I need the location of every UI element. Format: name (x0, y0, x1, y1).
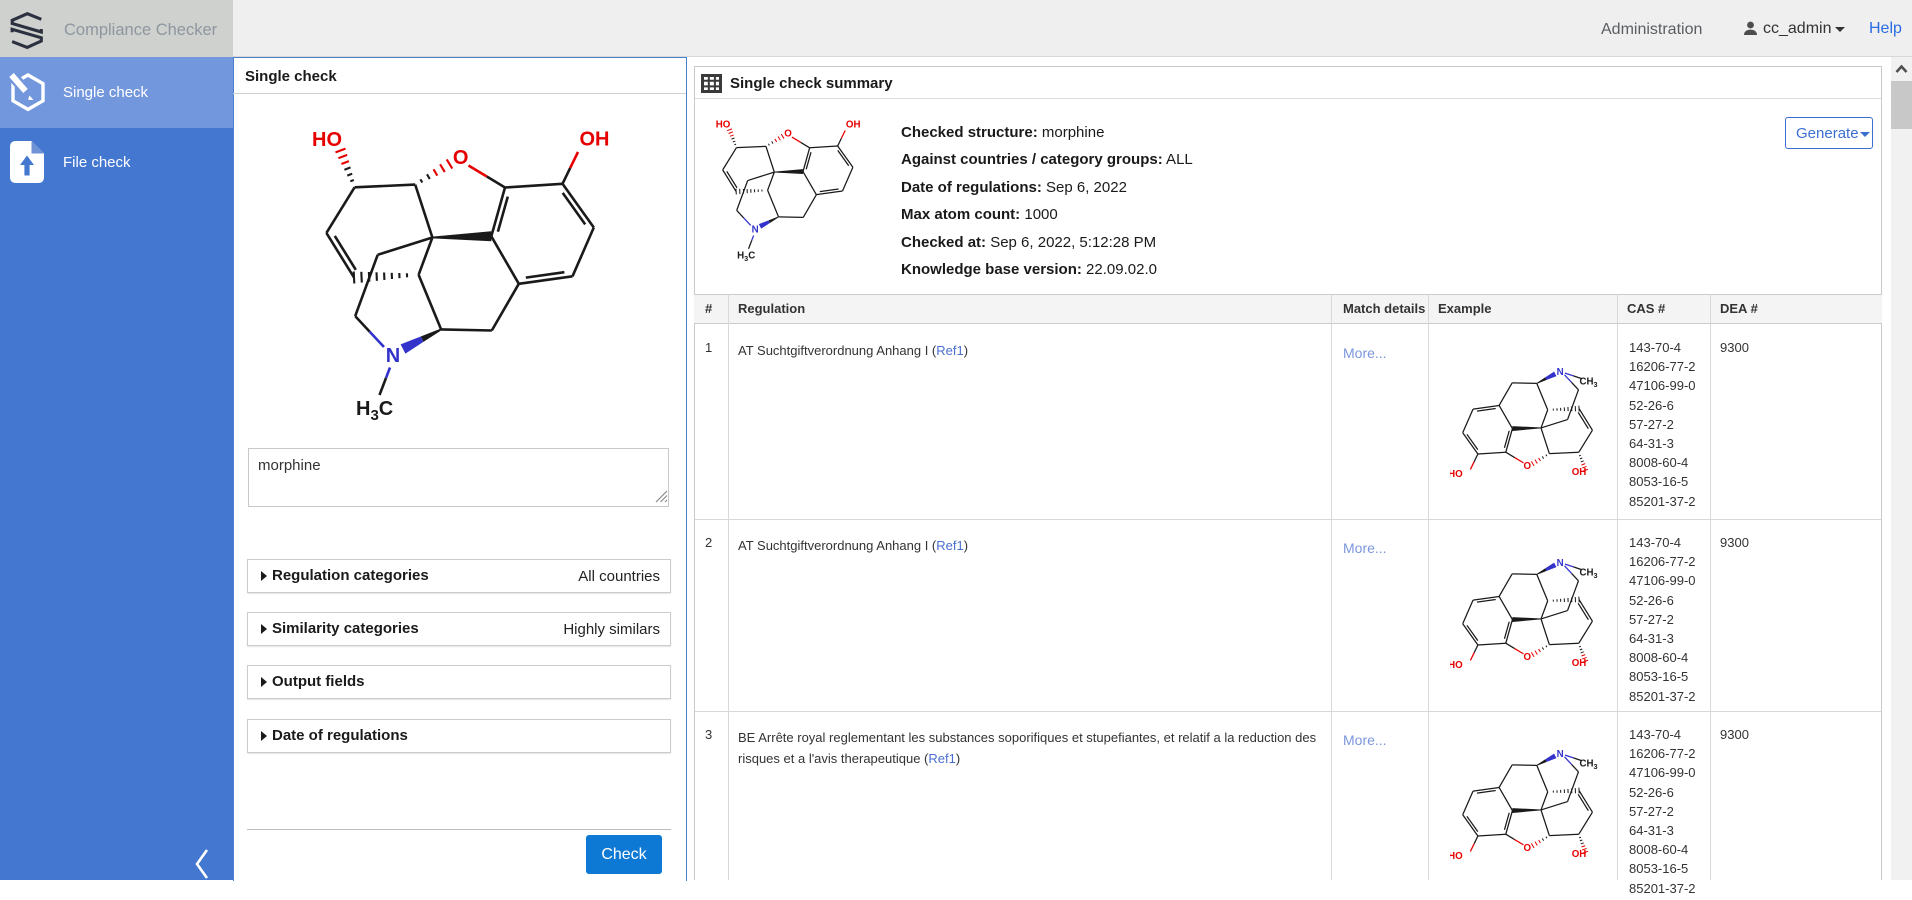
svg-text:CH3: CH3 (1579, 568, 1597, 580)
svg-text:HO: HO (312, 129, 342, 151)
svg-text:HO: HO (716, 119, 731, 130)
svg-text:OH: OH (846, 119, 861, 130)
svg-text:O: O (1523, 461, 1531, 472)
svg-text:OH: OH (1571, 659, 1586, 670)
svg-text:HO: HO (1450, 469, 1463, 480)
svg-text:OH: OH (580, 129, 610, 151)
svg-text:N: N (1556, 749, 1563, 760)
svg-text:O: O (1523, 652, 1531, 663)
svg-text:N: N (752, 225, 759, 236)
svg-text:H3C: H3C (737, 250, 755, 262)
svg-text:O: O (1523, 843, 1531, 854)
svg-text:OH: OH (1571, 467, 1586, 478)
svg-text:CH3: CH3 (1579, 759, 1597, 771)
svg-text:O: O (784, 128, 792, 139)
svg-text:OH: OH (1571, 850, 1586, 861)
svg-text:CH3: CH3 (1579, 376, 1597, 388)
svg-text:N: N (1556, 367, 1563, 378)
svg-text:O: O (453, 147, 469, 169)
svg-text:H3C: H3C (356, 398, 393, 424)
svg-text:HO: HO (1450, 852, 1463, 863)
svg-text:N: N (1556, 558, 1563, 569)
svg-text:HO: HO (1450, 661, 1463, 672)
svg-text:N: N (386, 345, 400, 367)
